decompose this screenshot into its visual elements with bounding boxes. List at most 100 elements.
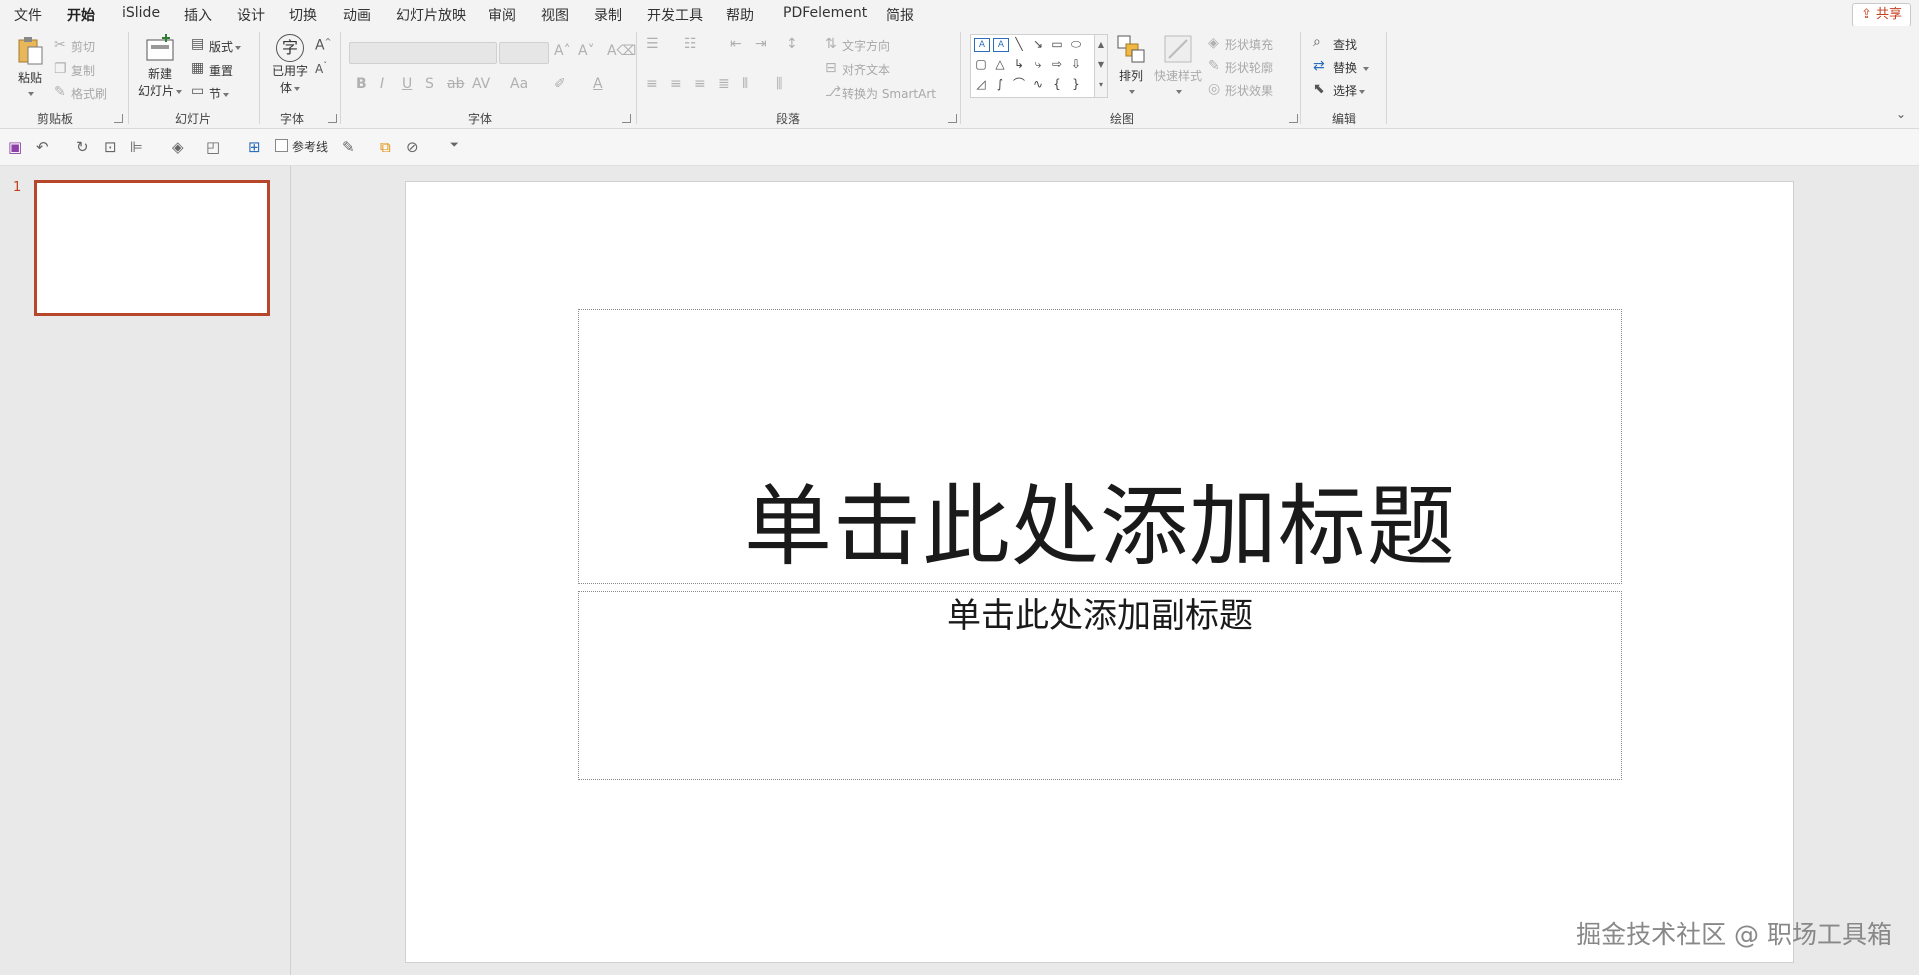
triangle-shape-icon[interactable]: △ (993, 58, 1007, 70)
drawing-launcher-icon[interactable] (1289, 114, 1298, 123)
increase-font-size-icon[interactable]: A˄ (554, 43, 571, 59)
used-fonts-button[interactable]: 字 已用字 体 (268, 34, 312, 96)
arrange-objects-icon[interactable]: ⧉ (380, 138, 391, 156)
find-button[interactable]: 查找 (1333, 36, 1357, 53)
bullets-icon[interactable]: ☰ (646, 36, 659, 52)
bold-icon[interactable]: B (356, 76, 367, 92)
oval-shape-icon[interactable]: ⬭ (1069, 38, 1083, 50)
tab-view[interactable]: 视图 (541, 5, 569, 25)
gridlines-checkbox[interactable] (275, 139, 288, 152)
font-color-icon[interactable]: A (593, 76, 603, 92)
arc-shape-icon[interactable]: ⌒ (1012, 78, 1026, 90)
left-brace-shape-icon[interactable]: { (1050, 78, 1064, 90)
tab-animations[interactable]: 动画 (343, 5, 371, 25)
paste-button[interactable]: 粘贴 (12, 34, 48, 100)
align-left-icon[interactable]: ≡ (646, 76, 658, 92)
textbox-shape-icon[interactable]: A (974, 38, 990, 52)
freeform-shape-icon[interactable]: ◿ (974, 78, 988, 90)
collapse-ribbon-icon[interactable]: ⌄ (1896, 106, 1906, 122)
cut-button[interactable]: 剪切 (71, 38, 95, 55)
convert-smartart-button[interactable]: 转换为 SmartArt (842, 85, 936, 102)
reset-button[interactable]: 重置 (209, 62, 233, 79)
clear-formatting-icon[interactable]: A⌫ (607, 43, 636, 59)
underline-icon[interactable]: U (402, 76, 412, 92)
rounded-rectangle-shape-icon[interactable]: ▢ (974, 58, 988, 70)
share-button[interactable]: ⇪ 共享 (1851, 3, 1911, 27)
replace-button[interactable]: 替换 (1333, 59, 1370, 76)
scribble-shape-icon[interactable]: ∿ (1031, 78, 1045, 90)
redo-icon[interactable]: ↻ (76, 138, 89, 156)
slide-thumbnail[interactable] (34, 180, 270, 316)
tab-review[interactable]: 审阅 (488, 5, 516, 25)
font-size-dropdown[interactable] (499, 42, 549, 64)
tab-developer[interactable]: 开发工具 (647, 5, 703, 25)
save-icon[interactable]: ▣ (8, 138, 22, 156)
increase-indent-icon[interactable]: ⇥ (755, 36, 767, 52)
tab-design[interactable]: 设计 (237, 5, 265, 25)
text-direction-button[interactable]: 文字方向 (842, 37, 890, 54)
line-spacing-icon[interactable]: ↕ (786, 36, 798, 52)
arrange-button[interactable]: 排列 (1112, 34, 1150, 98)
tab-help[interactable]: 帮助 (726, 5, 754, 25)
fonts-launcher-icon[interactable] (328, 114, 337, 123)
gallery-scroll-icon[interactable]: ▲ ▼ ▾ (1094, 35, 1107, 97)
numbering-icon[interactable]: ☷ (684, 36, 697, 52)
decrease-font-size-icon[interactable]: A˅ (578, 43, 595, 59)
align-objects-icon[interactable]: ⊫ (130, 138, 143, 156)
shape-effects-button[interactable]: 形状效果 (1225, 82, 1273, 99)
font-name-dropdown[interactable] (349, 42, 497, 64)
subtitle-placeholder[interactable]: 单击此处添加副标题 (578, 591, 1622, 780)
columns-icon[interactable]: ⫼ (776, 76, 782, 92)
rectangle-shape-icon[interactable]: ▭ (1050, 38, 1064, 50)
change-case-icon[interactable]: Aa (510, 76, 528, 92)
italic-icon[interactable]: I (380, 76, 384, 92)
shrink-font-icon[interactable]: Aˇ (315, 58, 327, 77)
select-button[interactable]: 选择 (1333, 82, 1366, 99)
tab-home[interactable]: 开始 (67, 5, 95, 29)
tab-record[interactable]: 录制 (594, 5, 622, 25)
down-arrow-shape-icon[interactable]: ⇩ (1069, 58, 1083, 70)
fill-color-icon[interactable]: ◈ (172, 138, 184, 156)
tab-slideshow[interactable]: 幻灯片放映 (396, 5, 466, 25)
align-right-icon[interactable]: ≡ (694, 76, 706, 92)
highlight-color-icon[interactable]: ✐ (554, 76, 566, 92)
title-placeholder[interactable]: 单击此处添加标题 (578, 309, 1622, 584)
font-launcher-icon[interactable] (622, 114, 631, 123)
vertical-textbox-shape-icon[interactable]: A (993, 38, 1009, 52)
effects-icon[interactable]: ⊘ (406, 138, 419, 156)
textbox-icon[interactable]: ⊞ (248, 138, 261, 156)
line-shape-icon[interactable]: ╲ (1012, 38, 1026, 50)
tab-insert[interactable]: 插入 (184, 5, 212, 25)
distributed-icon[interactable]: ⦀ (742, 76, 748, 92)
format-painter-button[interactable]: 格式刷 (71, 85, 107, 102)
character-spacing-icon[interactable]: AV (472, 76, 490, 92)
clipboard-launcher-icon[interactable] (114, 114, 123, 123)
elbow-connector-shape-icon[interactable]: ⤷ (1031, 58, 1045, 70)
presentation-icon[interactable]: ⊡ (104, 138, 117, 156)
customize-toolbar-icon[interactable]: ⏷ (450, 138, 459, 152)
quick-styles-button[interactable]: 快速样式 (1152, 34, 1204, 98)
decrease-indent-icon[interactable]: ⇤ (730, 36, 742, 52)
tab-transitions[interactable]: 切换 (289, 5, 317, 25)
align-center-icon[interactable]: ≡ (670, 76, 682, 92)
right-brace-shape-icon[interactable]: } (1069, 78, 1083, 90)
undo-icon[interactable]: ↶ (36, 138, 49, 156)
layout-button[interactable]: 版式 (209, 38, 242, 55)
justify-icon[interactable]: ≣ (718, 76, 730, 92)
tab-briefing[interactable]: 简报 (886, 5, 914, 25)
grow-font-icon[interactable]: A^ (315, 34, 331, 54)
copy-button[interactable]: 复制 (71, 62, 95, 79)
strikethrough-icon[interactable]: ab (447, 76, 464, 92)
shapes-gallery[interactable]: A A ╲ ↘ ▭ ⬭ ▢ △ ↳ ⤷ ⇨ ⇩ ◿ ∫ ⌒ ∿ { } ▲ ▼ ▾ (970, 34, 1108, 98)
arrow-line-shape-icon[interactable]: ↘ (1031, 38, 1045, 50)
section-button[interactable]: 节 (209, 85, 230, 102)
tab-file[interactable]: 文件 (14, 5, 42, 25)
new-slide-button[interactable]: 新建 幻灯片 (135, 34, 185, 99)
insert-shape-icon[interactable]: ◰ (206, 138, 220, 156)
text-shadow-icon[interactable]: S (425, 76, 434, 92)
connector-shape-icon[interactable]: ↳ (1012, 58, 1026, 70)
curve-shape-icon[interactable]: ∫ (993, 78, 1007, 90)
pen-icon[interactable]: ✎ (342, 138, 355, 156)
paragraph-launcher-icon[interactable] (948, 114, 957, 123)
shape-fill-button[interactable]: 形状填充 (1225, 36, 1273, 53)
